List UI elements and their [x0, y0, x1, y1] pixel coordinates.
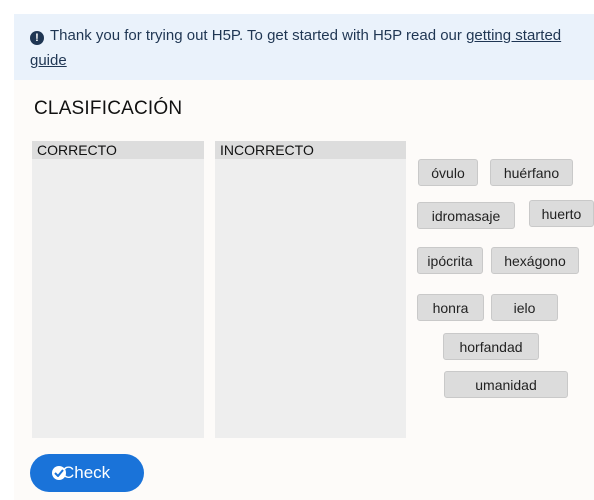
check-button[interactable]: Check: [30, 454, 144, 492]
draggable-word[interactable]: ielo: [491, 294, 558, 321]
drop-zone-label: CORRECTO: [32, 141, 204, 159]
drag-text-panel: CLASIFICACIÓN CORRECTO INCORRECTO óvulo …: [14, 80, 594, 500]
draggable-word[interactable]: idromasaje: [417, 202, 515, 229]
drop-zone-correcto[interactable]: CORRECTO: [32, 141, 204, 438]
draggable-word[interactable]: hexágono: [491, 247, 579, 274]
check-button-label: Check: [62, 463, 111, 482]
info-notice: ! Thank you for trying out H5P. To get st…: [14, 14, 594, 80]
check-circle-icon: [52, 466, 66, 480]
draggable-word[interactable]: huérfano: [490, 159, 573, 186]
task-title: CLASIFICACIÓN: [34, 98, 183, 119]
draggable-word[interactable]: honra: [417, 294, 484, 321]
drop-zone-incorrecto[interactable]: INCORRECTO: [215, 141, 406, 438]
draggable-word[interactable]: umanidad: [444, 371, 568, 398]
draggable-word[interactable]: ipócrita: [417, 247, 483, 274]
draggable-word[interactable]: horfandad: [443, 333, 539, 360]
notice-text: Thank you for trying out H5P. To get sta…: [50, 27, 467, 44]
info-icon: !: [30, 31, 44, 45]
drop-zone-label: INCORRECTO: [215, 141, 406, 159]
draggable-word[interactable]: óvulo: [418, 159, 478, 186]
draggable-word[interactable]: huerto: [529, 200, 594, 227]
